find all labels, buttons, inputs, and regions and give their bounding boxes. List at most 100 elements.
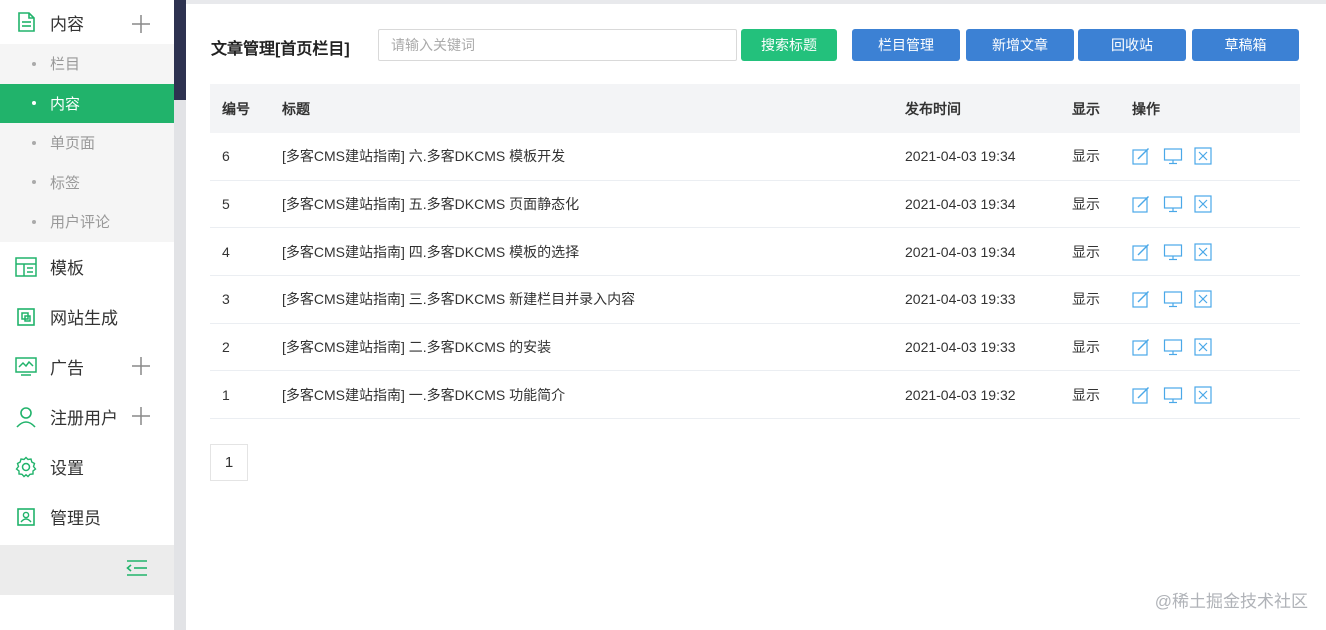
row-title[interactable]: [多客CMS建站指南] 四.多客DKCMS 模板的选择 bbox=[270, 242, 894, 262]
plus-icon[interactable] bbox=[130, 405, 152, 427]
row-title[interactable]: [多客CMS建站指南] 六.多客DKCMS 模板开发 bbox=[270, 146, 894, 166]
preview-monitor-icon[interactable] bbox=[1163, 386, 1183, 404]
row-time: 2021-04-03 19:32 bbox=[905, 386, 1016, 403]
row-title[interactable]: [多客CMS建站指南] 二.多客DKCMS 的安装 bbox=[270, 337, 894, 357]
row-title[interactable]: [多客CMS建站指南] 五.多客DKCMS 页面静态化 bbox=[270, 194, 894, 214]
search-title-button[interactable]: 搜索标题 bbox=[741, 29, 837, 61]
row-actions bbox=[1121, 243, 1212, 261]
new-article-button[interactable]: 新增文章 bbox=[966, 29, 1074, 61]
row-actions bbox=[1121, 195, 1212, 213]
toolbar: 文章管理[首页栏目] 搜索标题 栏目管理 新增文章 回收站 草稿箱 bbox=[186, 29, 1326, 61]
gear-icon bbox=[14, 455, 38, 479]
nav-group-label: 广告 bbox=[50, 359, 84, 378]
edit-icon[interactable] bbox=[1132, 243, 1150, 261]
nav-group-item[interactable]: 广告 bbox=[0, 342, 174, 392]
edit-icon[interactable] bbox=[1132, 195, 1150, 213]
bullet-dot bbox=[32, 219, 36, 224]
row-show: 显示 bbox=[1072, 196, 1100, 213]
table-row: 1 [多客CMS建站指南] 一.多客DKCMS 功能简介 2021-04-03 19… bbox=[210, 371, 1300, 420]
generate-icon bbox=[14, 305, 38, 329]
category-manage-button[interactable]: 栏目管理 bbox=[852, 29, 960, 61]
row-title[interactable]: [多客CMS建站指南] 三.多客DKCMS 新建栏目并录入内容 bbox=[270, 289, 894, 309]
submenu-item[interactable]: 单页面 bbox=[0, 123, 174, 163]
delete-icon[interactable] bbox=[1194, 195, 1212, 213]
bullet-dot bbox=[32, 140, 36, 145]
row-time: 2021-04-03 19:34 bbox=[905, 148, 1016, 165]
drafts-button[interactable]: 草稿箱 bbox=[1192, 29, 1299, 61]
row-time: 2021-04-03 19:34 bbox=[905, 243, 1016, 260]
submenu-item[interactable]: 栏目 bbox=[0, 44, 174, 84]
row-id: 1 bbox=[222, 386, 230, 403]
column-header-ops: 操作 bbox=[1132, 100, 1160, 117]
chart-monitor-icon bbox=[14, 355, 38, 379]
row-time: 2021-04-03 19:33 bbox=[905, 339, 1016, 356]
nav-group-label: 设置 bbox=[50, 459, 84, 478]
delete-icon[interactable] bbox=[1194, 290, 1212, 309]
plus-icon[interactable] bbox=[130, 13, 152, 35]
row-actions bbox=[1121, 338, 1212, 356]
row-time: 2021-04-03 19:33 bbox=[905, 291, 1016, 308]
edit-icon[interactable] bbox=[1132, 386, 1150, 404]
collapse-sidebar-button[interactable] bbox=[0, 545, 174, 595]
sidebar-scrollbar[interactable] bbox=[174, 0, 186, 630]
table-body: 6 [多客CMS建站指南] 六.多客DKCMS 模板开发 2021-04-03 19… bbox=[210, 133, 1300, 420]
edit-icon[interactable] bbox=[1132, 338, 1150, 356]
bullet-dot bbox=[32, 61, 36, 66]
table-row: 2 [多客CMS建站指南] 二.多客DKCMS 的安装 2021-04-03 19:… bbox=[210, 324, 1300, 372]
collapse-menu-icon bbox=[126, 558, 148, 583]
scrollbar-thumb[interactable] bbox=[174, 0, 186, 100]
submenu-item[interactable]: 标签 bbox=[0, 163, 174, 203]
preview-monitor-icon[interactable] bbox=[1163, 338, 1183, 356]
nav-group-label: 注册用户 bbox=[50, 409, 118, 428]
column-header-title: 标题 bbox=[282, 100, 310, 117]
plus-icon[interactable] bbox=[130, 355, 152, 377]
row-show: 显示 bbox=[1072, 148, 1100, 165]
row-id: 5 bbox=[222, 196, 230, 213]
row-actions bbox=[1121, 147, 1212, 165]
content-submenu: 栏目内容单页面标签用户评论 bbox=[0, 44, 174, 242]
column-header-time: 发布时间 bbox=[905, 100, 961, 117]
nav-group-item[interactable]: 网站生成 bbox=[0, 292, 174, 342]
row-id: 3 bbox=[222, 291, 230, 308]
preview-monitor-icon[interactable] bbox=[1163, 243, 1183, 261]
delete-icon[interactable] bbox=[1194, 338, 1212, 356]
column-header-show: 显示 bbox=[1072, 100, 1100, 117]
search-input[interactable] bbox=[378, 29, 737, 61]
preview-monitor-icon[interactable] bbox=[1163, 147, 1183, 165]
submenu-item-label: 用户评论 bbox=[50, 214, 111, 232]
nav-group-label: 网站生成 bbox=[50, 309, 118, 328]
nav-group-item[interactable]: 模板 bbox=[0, 242, 174, 292]
submenu-item[interactable]: 内容 bbox=[0, 83, 174, 123]
nav-group-content[interactable]: 内容 bbox=[0, 0, 174, 44]
row-title[interactable]: [多客CMS建站指南] 一.多客DKCMS 功能简介 bbox=[270, 385, 894, 405]
nav-group-item[interactable]: 注册用户 bbox=[0, 392, 174, 442]
row-id: 4 bbox=[222, 243, 230, 260]
submenu-item-label: 栏目 bbox=[50, 56, 81, 74]
nav-group-label: 管理员 bbox=[50, 509, 101, 528]
submenu-item[interactable]: 用户评论 bbox=[0, 202, 174, 242]
nav-group-list: 模板网站生成广告注册用户设置管理员 bbox=[0, 242, 174, 542]
document-icon bbox=[14, 10, 38, 34]
preview-monitor-icon[interactable] bbox=[1163, 290, 1183, 308]
edit-icon[interactable] bbox=[1132, 147, 1150, 165]
nav-group-item[interactable]: 管理员 bbox=[0, 492, 174, 542]
watermark: @稀土掘金技术社区 bbox=[1154, 592, 1308, 611]
row-id: 2 bbox=[222, 339, 230, 356]
table-row: 6 [多客CMS建站指南] 六.多客DKCMS 模板开发 2021-04-03 19… bbox=[210, 133, 1300, 181]
recycle-bin-button[interactable]: 回收站 bbox=[1078, 29, 1186, 61]
row-actions bbox=[1121, 290, 1212, 309]
page-button[interactable]: 1 bbox=[210, 444, 248, 481]
preview-monitor-icon[interactable] bbox=[1163, 195, 1183, 213]
delete-icon[interactable] bbox=[1194, 386, 1212, 404]
edit-icon[interactable] bbox=[1132, 290, 1150, 309]
user-icon bbox=[14, 405, 38, 429]
delete-icon[interactable] bbox=[1194, 147, 1212, 165]
table-row: 3 [多客CMS建站指南] 三.多客DKCMS 新建栏目并录入内容 2021-04-… bbox=[210, 276, 1300, 324]
delete-icon[interactable] bbox=[1194, 243, 1212, 261]
nav-group-item[interactable]: 设置 bbox=[0, 442, 174, 492]
row-show: 显示 bbox=[1072, 386, 1100, 403]
row-id: 6 bbox=[222, 148, 230, 165]
row-show: 显示 bbox=[1072, 243, 1100, 260]
row-show: 显示 bbox=[1072, 291, 1100, 308]
submenu-item-label: 单页面 bbox=[50, 135, 96, 153]
